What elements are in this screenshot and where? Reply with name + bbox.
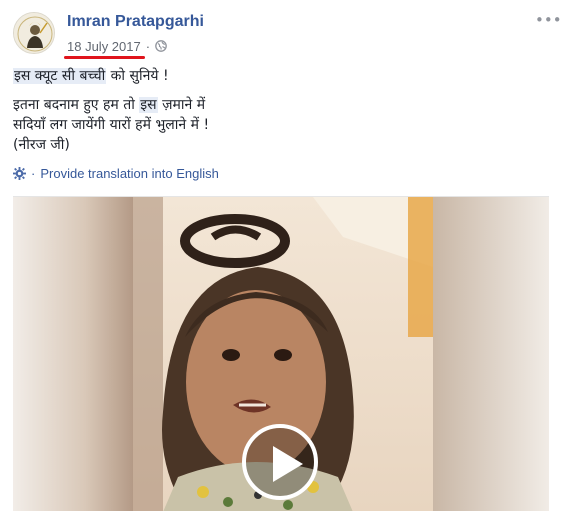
- translation-link[interactable]: · Provide translation into English: [13, 163, 219, 183]
- author-avatar[interactable]: [13, 12, 55, 54]
- author-name[interactable]: Imran Pratapgarhi: [67, 13, 204, 31]
- globe-icon[interactable]: [155, 40, 167, 52]
- avatar-portrait-icon: [14, 13, 54, 53]
- post-text-line-1: इस क्यूट सी बच्ची को सुनिये !: [13, 66, 548, 86]
- video-player[interactable]: [13, 196, 549, 511]
- translate-label[interactable]: Provide translation into English: [40, 166, 219, 181]
- post-text-line-4: (नीरज जी): [13, 137, 70, 153]
- hashtag-highlight[interactable]: इस क्यूट सी बच्ची: [13, 68, 107, 84]
- post-text: इस क्यूट सी बच्ची को सुनिये ! इतना बदनाम…: [13, 66, 548, 155]
- word-highlight[interactable]: इस: [139, 97, 158, 113]
- post-text-line-3: सदियाँ लग जायेंगी यारों हमें भुलाने में …: [13, 117, 210, 133]
- red-underline-annotation: [64, 55, 145, 59]
- post-meta: 18 July 2017 ·: [64, 37, 167, 59]
- text-fragment: ज़माने में: [157, 97, 206, 113]
- gear-icon: [13, 166, 26, 180]
- translate-separator: ·: [31, 165, 36, 181]
- facebook-post: Imran Pratapgarhi 18 July 2017 · ••• इस …: [0, 0, 561, 511]
- text-fragment: को सुनिये !: [106, 68, 169, 84]
- post-text-line-2: इतना बदनाम हुए हम तो इस ज़माने में: [13, 95, 548, 115]
- meta-separator: ·: [145, 38, 151, 54]
- post-options-icon[interactable]: •••: [535, 13, 561, 28]
- play-icon[interactable]: [242, 424, 318, 500]
- post-date-text[interactable]: 18 July 2017: [67, 39, 141, 54]
- post-date[interactable]: 18 July 2017: [64, 39, 145, 59]
- text-fragment: इतना बदनाम हुए हम तो: [13, 97, 140, 113]
